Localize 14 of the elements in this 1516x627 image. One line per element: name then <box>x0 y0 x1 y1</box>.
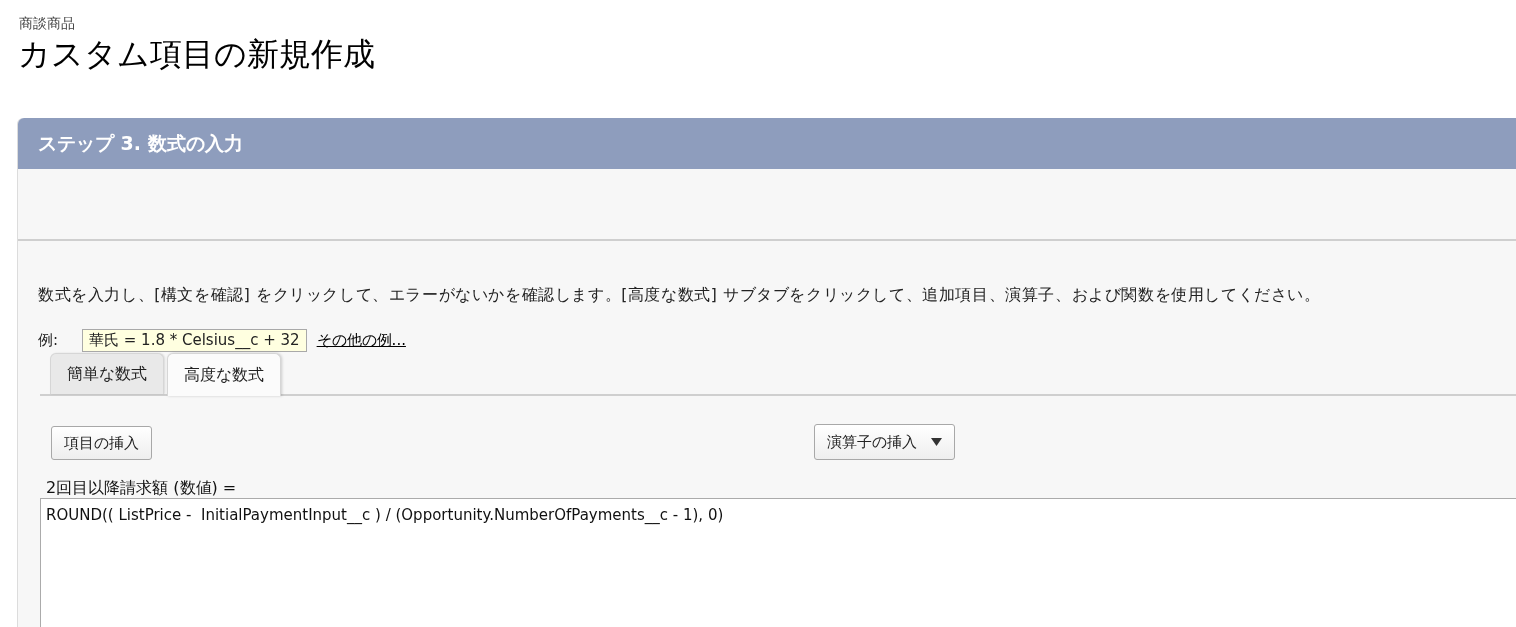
formula-tab[interactable]: 高度な数式 <box>167 353 281 396</box>
insert-operator-button[interactable]: 演算子の挿入 <box>814 424 955 460</box>
page-title: カスタム項目の新規作成 <box>18 34 375 74</box>
formula-tab[interactable]: 簡単な数式 <box>50 353 164 394</box>
instructions-text: 数式を入力し、[構文を確認] をクリックして、エラーがないかを確認します。[高度な数式] サブタブをクリックして、追加項目、演算子、および関数を使用してください。 <box>38 285 1321 306</box>
caret-icon <box>931 438 942 446</box>
breadcrumb: 商談商品 <box>19 14 75 32</box>
example-label: 例: <box>38 330 60 350</box>
more-examples-link[interactable]: その他の例... <box>316 330 406 350</box>
insert-field-button[interactable]: 項目の挿入 <box>51 426 152 460</box>
formula-editor[interactable]: ROUND(( ListPrice - InitialPaymentInput__c ) / (Opportunity.NumberOfPayments__c - 1), 0) <box>40 498 1516 627</box>
step-title: ステップ 3. 数式の入力 <box>38 130 243 156</box>
example-formula: 華氏 = 1.8 * Celsius__c + 32 <box>82 328 307 352</box>
formula-label: 2回目以降請求額 (数値) = <box>46 478 237 498</box>
